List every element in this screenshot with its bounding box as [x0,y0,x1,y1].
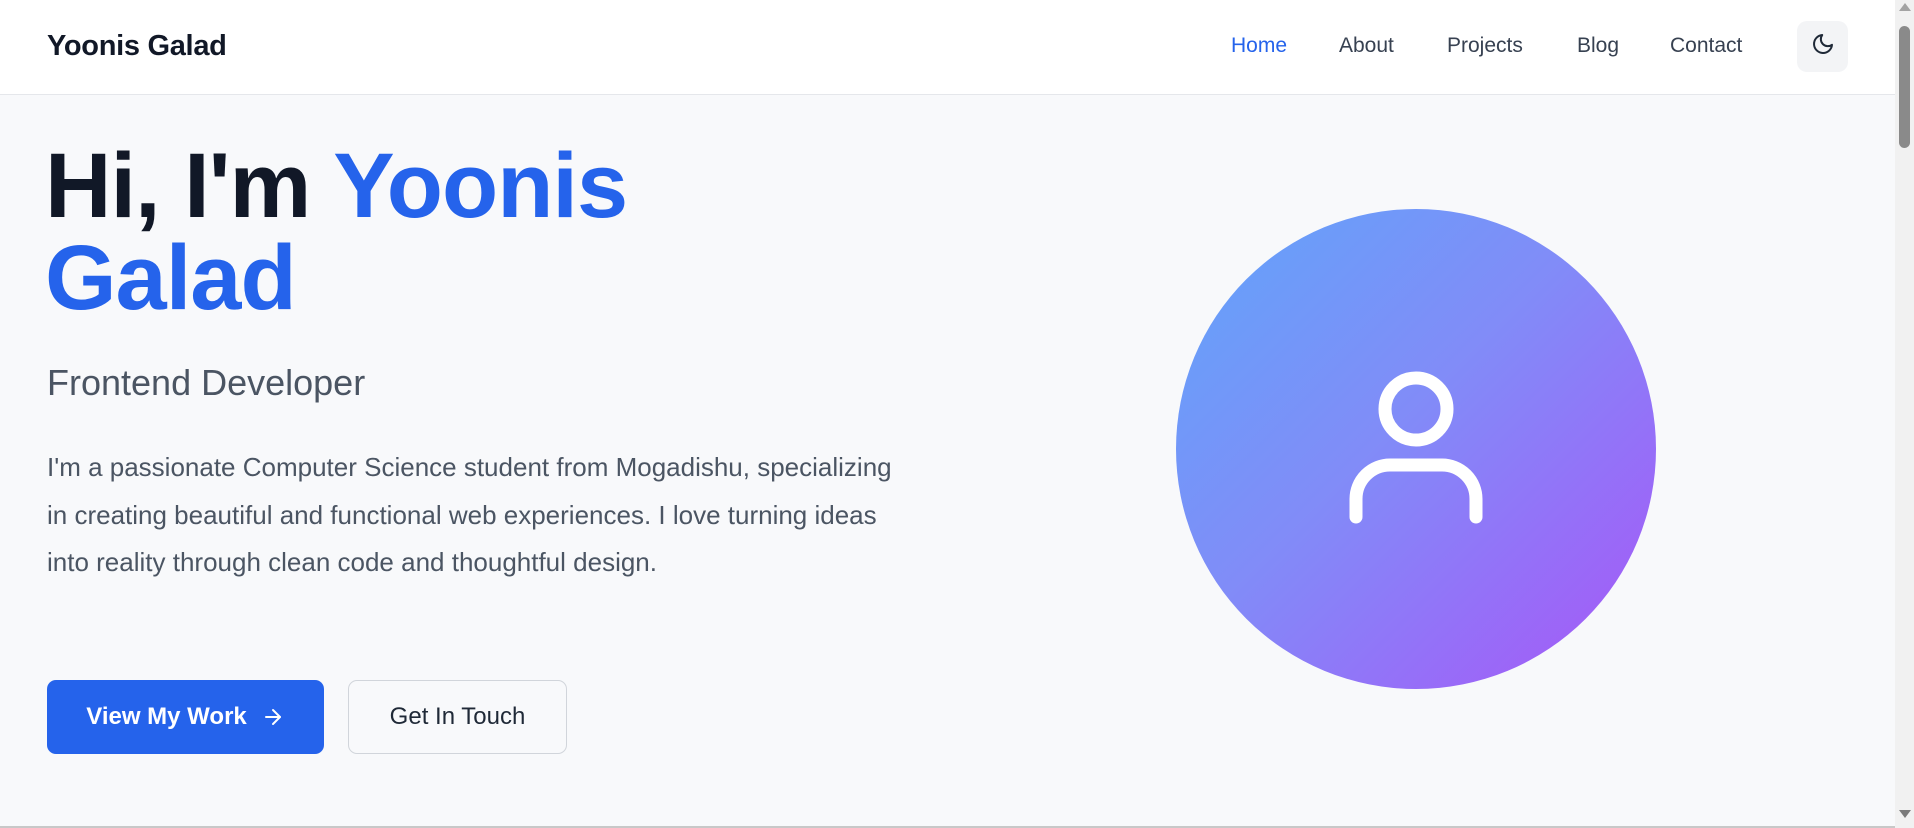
hero-heading: Hi, I'm Yoonis Galad [45,140,628,324]
moon-icon [1811,32,1835,61]
theme-toggle-button[interactable] [1797,21,1848,72]
get-in-touch-label: Get In Touch [389,703,526,730]
scroll-down-arrow-icon[interactable] [1899,810,1911,818]
view-my-work-button[interactable]: View My Work [47,680,324,754]
hero-subtitle: Frontend Developer [47,362,366,403]
hero-bio: I'm a passionate Computer Science studen… [47,452,892,577]
nav-link-about[interactable]: About [1339,34,1394,60]
nav-link-contact[interactable]: Contact [1670,34,1742,60]
site-header: Yoonis Galad Home About Projects Blog Co… [0,0,1895,95]
vertical-scrollbar[interactable] [1895,0,1914,828]
hero-name-first: Yoonis [333,135,628,237]
nav-link-home[interactable]: Home [1231,34,1287,60]
hero-greeting: Hi, I'm [45,135,334,237]
arrow-right-icon [261,705,285,729]
nav-link-projects[interactable]: Projects [1447,34,1523,60]
brand-logo-text[interactable]: Yoonis Galad [47,30,227,63]
nav-link-blog[interactable]: Blog [1577,34,1619,60]
scrollbar-thumb[interactable] [1899,26,1910,148]
hero-name-last: Galad [45,227,297,329]
avatar [1176,209,1656,689]
view-my-work-label: View My Work [86,703,247,730]
scroll-up-arrow-icon[interactable] [1899,3,1911,11]
get-in-touch-button[interactable]: Get In Touch [348,680,567,754]
user-icon [1348,371,1484,527]
page: Yoonis Galad Home About Projects Blog Co… [0,0,1895,828]
